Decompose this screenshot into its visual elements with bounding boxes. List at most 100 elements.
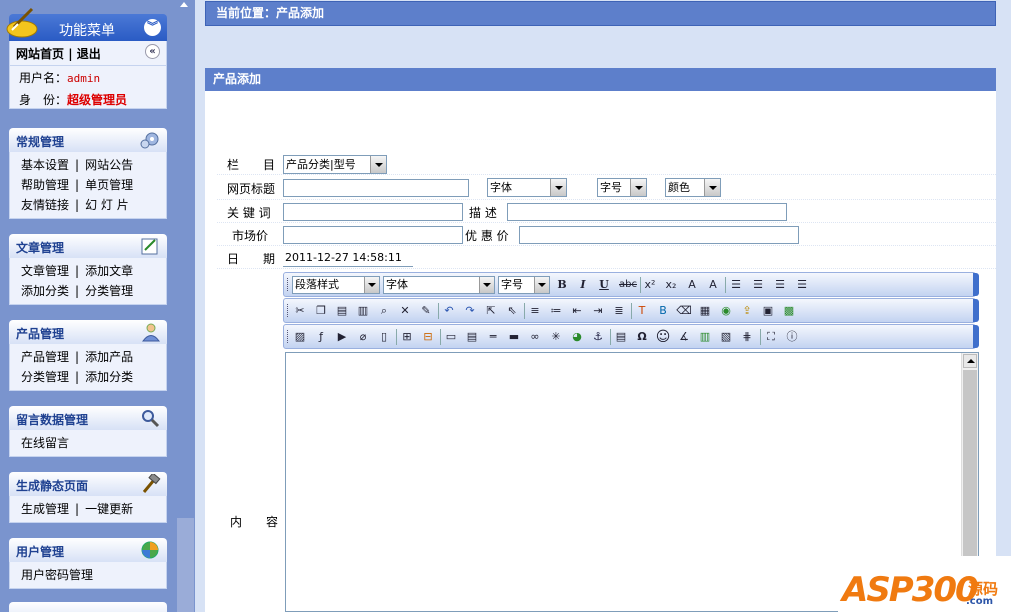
menu-item-slideshow[interactable]: 幻 灯 片 (85, 198, 129, 212)
description-input[interactable] (507, 203, 787, 221)
preview-icon[interactable]: ▣ (760, 303, 776, 319)
paste-icon[interactable]: ▤ (334, 303, 350, 319)
align-right-icon[interactable]: ☰ (772, 277, 788, 293)
find-icon[interactable]: ⌕ (376, 303, 392, 319)
style-icon[interactable]: ▦ (697, 303, 713, 319)
menu-item-add-category[interactable]: 添加分类 (21, 284, 69, 298)
web-icon[interactable]: ◉ (718, 303, 734, 319)
align-justify-icon[interactable]: ☰ (794, 277, 810, 293)
form-icon[interactable]: ▤ (464, 329, 480, 345)
menu-item-product-category[interactable]: 分类管理 (21, 370, 69, 384)
title-size-select[interactable]: 字号 (597, 178, 647, 197)
menu-group-header[interactable] (9, 602, 167, 612)
underline-button[interactable]: U (596, 277, 612, 293)
scroll-thumb[interactable] (963, 370, 977, 556)
attachment-icon[interactable]: ⌀ (355, 329, 371, 345)
hide-menu-icon[interactable]: « (145, 44, 160, 59)
menu-item-help[interactable]: 帮助管理 (21, 178, 69, 192)
menu-item-product-manage[interactable]: 产品管理 (21, 350, 69, 364)
fullscreen-icon[interactable]: ⛶ (763, 329, 779, 345)
column-select[interactable]: 产品分类|型号 (283, 155, 387, 174)
upload-icon[interactable]: ⇪ (739, 303, 755, 319)
menu-item-single-page[interactable]: 单页管理 (85, 178, 133, 192)
insert-flash-icon[interactable]: ƒ (313, 329, 329, 345)
pointer-icon[interactable]: ⇖ (504, 303, 520, 319)
format-brush-icon[interactable]: ✎ (418, 303, 434, 319)
copy-icon[interactable]: ❐ (313, 303, 329, 319)
editor-font-select[interactable]: 字体 (383, 276, 495, 294)
menu-item-category-manage[interactable]: 分类管理 (85, 284, 133, 298)
background-color-icon[interactable]: B (655, 303, 671, 319)
align-left-icon[interactable]: ☰ (728, 277, 744, 293)
undo-icon[interactable]: ↶ (441, 303, 457, 319)
art-text-icon[interactable]: ∡ (676, 329, 692, 345)
menu-item-one-click-update[interactable]: 一键更新 (85, 502, 133, 516)
bold-button[interactable]: B (554, 277, 570, 293)
keywords-input[interactable] (283, 203, 463, 221)
emoticon-button[interactable]: ☺ (655, 329, 671, 345)
insert-media-icon[interactable]: ▶ (334, 329, 350, 345)
table-icon[interactable]: ⊞ (399, 329, 415, 345)
font-grow-icon[interactable]: A (684, 277, 700, 293)
page-title-input[interactable] (283, 179, 469, 197)
unlink-icon[interactable]: ✳ (548, 329, 564, 345)
menu-item-friend-links[interactable]: 友情链接 (21, 198, 69, 212)
italic-button[interactable]: I (575, 277, 591, 293)
menu-item-generate-manage[interactable]: 生成管理 (21, 502, 69, 516)
select-all-icon[interactable]: ⇱ (483, 303, 499, 319)
marquee-icon[interactable]: ▬ (506, 329, 522, 345)
menu-item-online-messages[interactable]: 在线留言 (21, 436, 69, 450)
unordered-list-icon[interactable]: ≔ (548, 303, 564, 319)
menu-group-header[interactable]: 文章管理 (9, 234, 167, 258)
menu-item-add-product[interactable]: 添加产品 (85, 350, 133, 364)
collapse-menu-icon[interactable]: ︾ (144, 19, 161, 36)
paragraph-style-select[interactable]: 段落样式 (292, 276, 380, 294)
insert-file-icon[interactable]: ▯ (376, 329, 392, 345)
scroll-up-icon[interactable] (180, 2, 188, 7)
logout-link[interactable]: 退出 (77, 47, 101, 61)
menu-item-basic-settings[interactable]: 基本设置 (21, 158, 69, 172)
anchor-icon[interactable]: ⚓ (590, 329, 606, 345)
code-view-icon[interactable]: ▥ (697, 329, 713, 345)
outdent-icon[interactable]: ⇤ (569, 303, 585, 319)
menu-group-header[interactable]: 产品管理 (9, 320, 167, 344)
menu-item-user-password[interactable]: 用户密码管理 (21, 568, 93, 582)
cut-icon[interactable]: ✂ (292, 303, 308, 319)
menu-item-add-article[interactable]: 添加文章 (85, 264, 133, 278)
subscript-button[interactable]: x₂ (663, 277, 679, 293)
market-price-input[interactable] (283, 226, 463, 244)
remove-format-icon[interactable]: ⌫ (676, 303, 692, 319)
scroll-up-icon[interactable] (963, 354, 977, 368)
ordered-list-icon[interactable]: ≡ (527, 303, 543, 319)
link-icon[interactable]: ∞ (527, 329, 543, 345)
scroll-thumb[interactable] (177, 518, 194, 612)
menu-group-header[interactable]: 留言数据管理 (9, 406, 167, 430)
table-props-icon[interactable]: ⊟ (420, 329, 436, 345)
strikethrough-button[interactable]: abc (617, 277, 639, 293)
menu-group-header[interactable]: 常规管理 (9, 128, 167, 152)
horizontal-rule-icon[interactable]: ═ (485, 329, 501, 345)
redo-icon[interactable]: ↷ (462, 303, 478, 319)
font-shrink-icon[interactable]: A (705, 277, 721, 293)
menu-group-header[interactable]: 生成静态页面 (9, 472, 167, 496)
insert-image-icon[interactable]: ▨ (292, 329, 308, 345)
hyperlink-globe-icon[interactable]: ◕ (569, 329, 585, 345)
delete-icon[interactable]: ✕ (397, 303, 413, 319)
date-input[interactable] (283, 249, 413, 267)
paste-text-icon[interactable]: ▥ (355, 303, 371, 319)
title-color-select[interactable]: 颜色 (665, 178, 721, 197)
line-spacing-icon[interactable]: ≣ (611, 303, 627, 319)
page-break-icon[interactable]: ▤ (613, 329, 629, 345)
image-gallery-icon[interactable]: ▩ (781, 303, 797, 319)
menu-scrollbar[interactable] (176, 0, 195, 612)
discount-price-input[interactable] (519, 226, 799, 244)
special-char-button[interactable]: Ω (634, 329, 650, 345)
about-info-icon[interactable]: ⓘ (784, 329, 800, 345)
indent-icon[interactable]: ⇥ (590, 303, 606, 319)
title-font-select[interactable]: 字体 (487, 178, 567, 197)
editor-size-select[interactable]: 字号 (498, 276, 550, 294)
menu-item-article-manage[interactable]: 文章管理 (21, 264, 69, 278)
menu-item-add-product-category[interactable]: 添加分类 (85, 370, 133, 384)
home-link[interactable]: 网站首页 (16, 47, 64, 61)
align-center-icon[interactable]: ☰ (750, 277, 766, 293)
